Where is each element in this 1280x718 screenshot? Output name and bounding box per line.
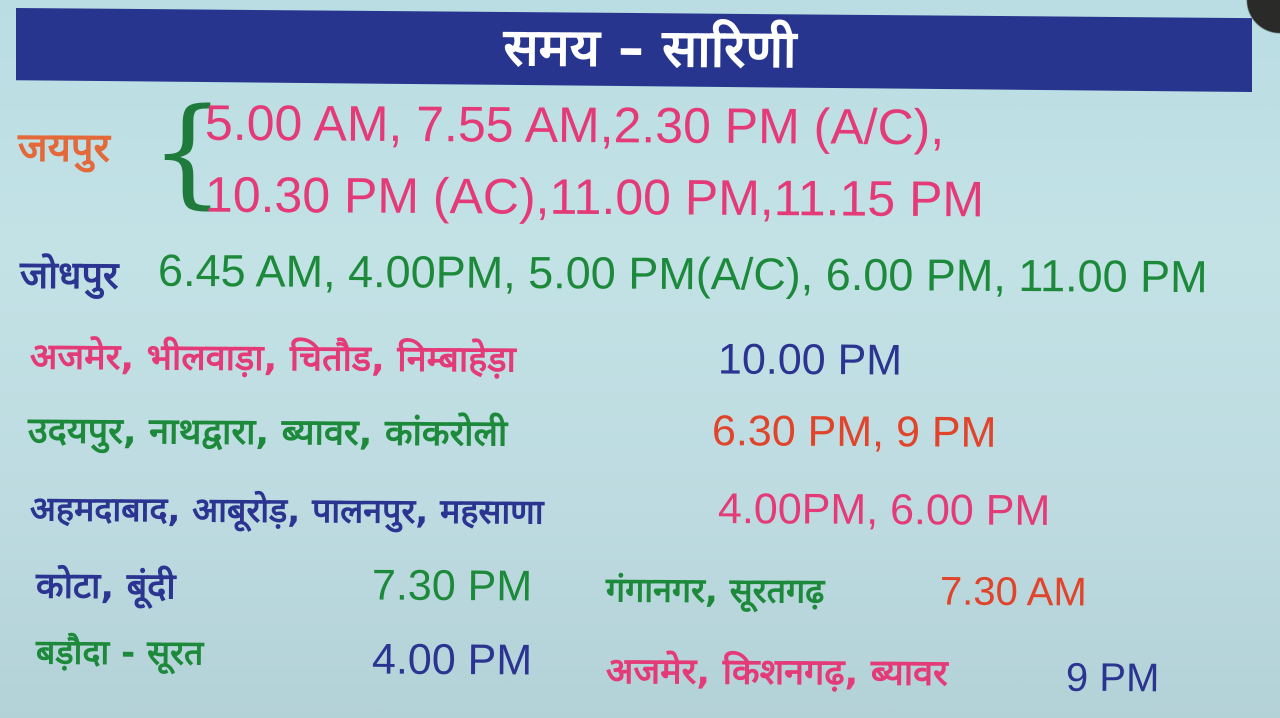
city-ajmer-route: अजमेर, भीलवाड़ा, चितौड, निम्बाहेड़ा bbox=[29, 336, 517, 381]
city-jaipur: जयपुर bbox=[17, 124, 111, 172]
timetable-card: समय – सारिणी जयपुर { 5.00 AM, 7.55 AM,2.… bbox=[0, 0, 1280, 718]
city-ahmedabad-route: अहमदाबाद, आबूरोड़, पालनपुर, महसाणा bbox=[29, 489, 544, 533]
kota-route-times: 7.30 PM bbox=[371, 561, 533, 611]
city-kota-route: कोटा, बूंदी bbox=[35, 565, 176, 608]
kishangarh-route-times: 9 PM bbox=[1065, 655, 1160, 701]
udaipur-route-times: 6.30 PM, 9 PM bbox=[711, 407, 997, 457]
jodhpur-times: 6.45 AM, 4.00PM, 5.00 PM(A/C), 6.00 PM, … bbox=[157, 244, 1208, 303]
jaipur-times-line1: 5.00 AM, 7.55 AM,2.30 PM (A/C), bbox=[204, 94, 945, 156]
city-jodhpur: जोधपुर bbox=[19, 252, 119, 298]
curly-brace-icon: { bbox=[150, 82, 226, 220]
page-title: समय – सारिणी bbox=[503, 17, 797, 81]
city-kishangarh-route: अजमेर, किशनगढ़, ब्यावर bbox=[605, 650, 948, 695]
baroda-route-times: 4.00 PM bbox=[371, 635, 533, 685]
ajmer-route-times: 10.00 PM bbox=[717, 335, 903, 385]
city-ganganagar-route: गंगानगर, सूरतगढ़ bbox=[605, 570, 825, 612]
city-baroda-route: बड़ौदा - सूरत bbox=[35, 632, 204, 674]
ahmedabad-route-times: 4.00PM, 6.00 PM bbox=[717, 484, 1051, 536]
city-udaipur-route: उदयपुर, नाथद्वारा, ब्यावर, कांकरोली bbox=[27, 410, 508, 455]
ganganagar-route-times: 7.30 AM bbox=[939, 569, 1087, 615]
jaipur-times-line2: 10.30 PM (AC),11.00 PM,11.15 PM bbox=[204, 166, 985, 228]
